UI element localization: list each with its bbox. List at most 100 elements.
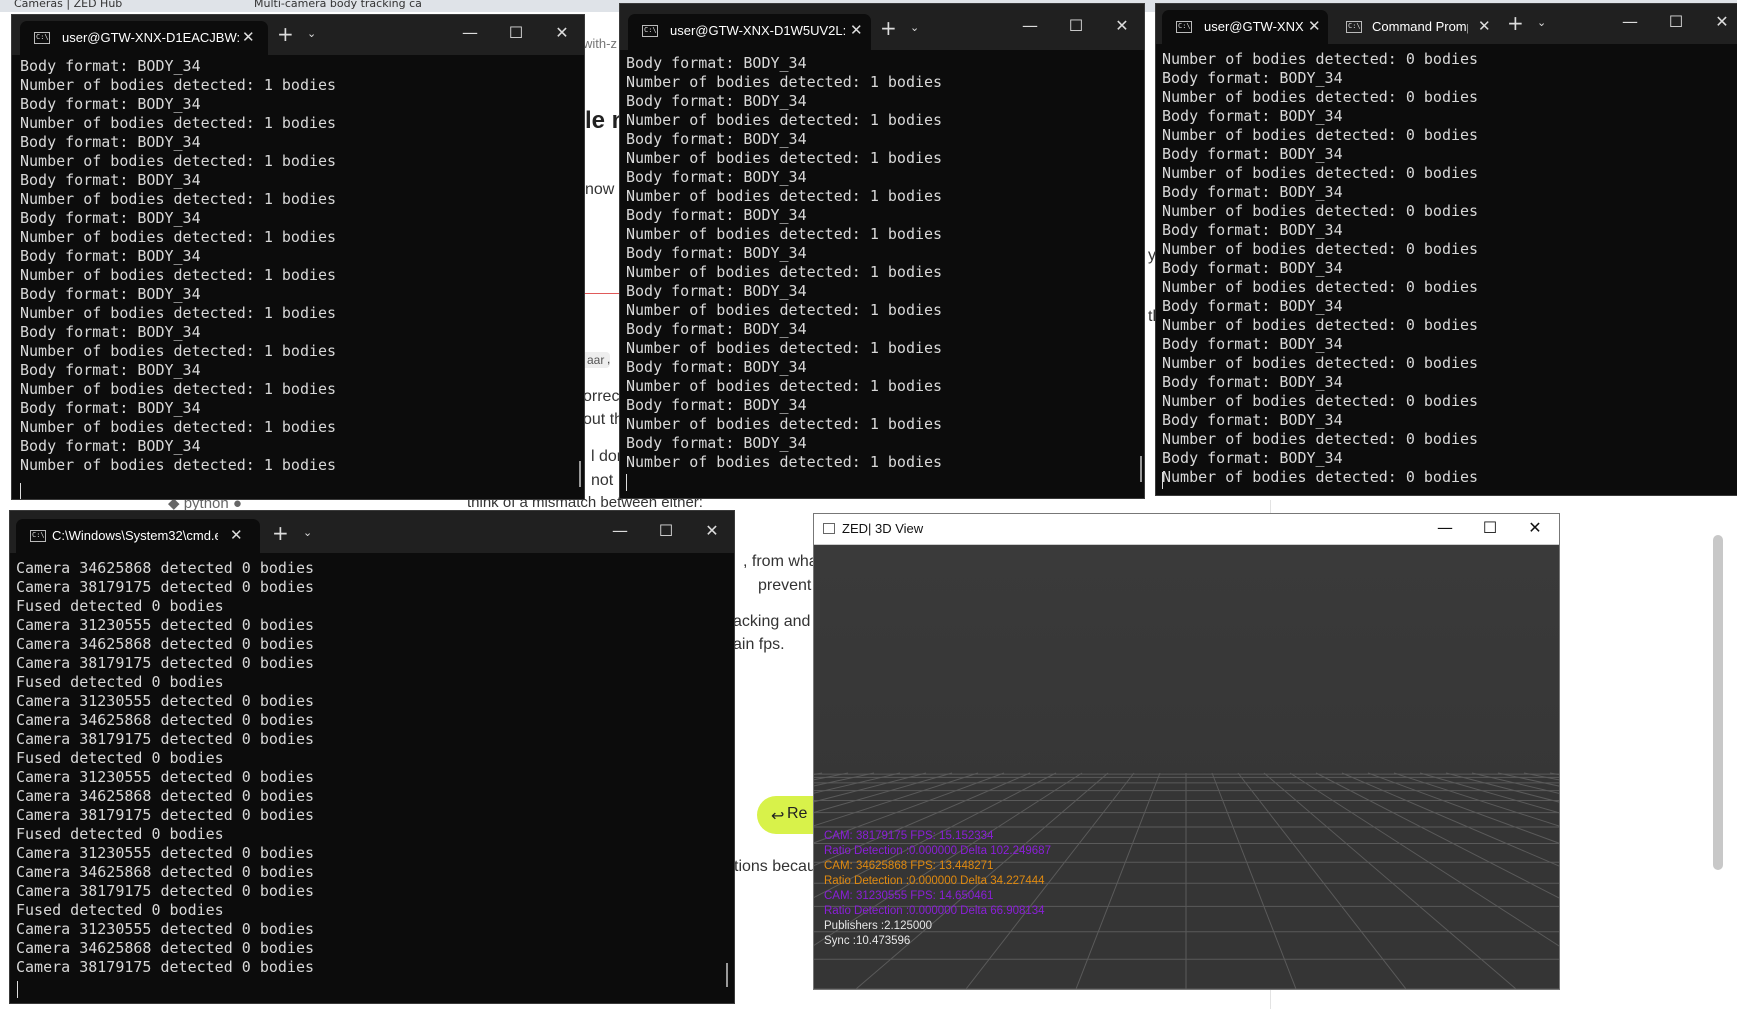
terminal-line: Camera 38179175 detected 0 bodies xyxy=(16,882,315,900)
terminal-titlebar[interactable]: C:\ user@GTW-XNX ✕ C:\ Command Promp ✕ +… xyxy=(1156,4,1737,44)
terminal-line: Number of bodies detected: 0 bodies xyxy=(1162,126,1479,144)
terminal-line: Camera 31230555 detected 0 bodies xyxy=(16,692,315,710)
terminal-titlebar[interactable]: C:\ C:\Windows\System32\cmd.ex ✕ + ⌄ — ☐… xyxy=(10,511,734,553)
3d-viewport[interactable]: CAM: 38179175 FPS: 15.152334 Ratio Detect… xyxy=(814,545,1559,989)
text-fragment: , from wha xyxy=(743,553,818,570)
terminal-line: Number of bodies detected: 1 bodies xyxy=(626,453,943,471)
close-window-button[interactable]: ✕ xyxy=(1712,12,1732,31)
browser-tab-zed-hub[interactable]: Cameras | ZED Hub xyxy=(14,0,214,12)
terminal-window-1[interactable]: C:\ user@GTW-XNX-D1EACJBW: · ✕ + ⌄ — ☐ ✕… xyxy=(11,14,585,500)
terminal-line: Body format: BODY_34 xyxy=(626,434,807,452)
terminal-tab[interactable]: C:\ user@GTW-XNX ✕ xyxy=(1162,10,1328,44)
terminal-scrollbar[interactable] xyxy=(726,963,728,987)
close-window-button[interactable]: ✕ xyxy=(1112,16,1132,35)
terminal-line: Number of bodies detected: 1 bodies xyxy=(626,111,943,129)
new-tab-button[interactable]: + xyxy=(272,523,289,543)
terminal-line: Number of bodies detected: 1 bodies xyxy=(626,73,943,91)
terminal-icon: C:\ xyxy=(30,530,46,542)
terminal-tab[interactable]: C:\ user@GTW-XNX-D1W5UV2L: · ✕ xyxy=(628,14,871,50)
terminal-line: Camera 38179175 detected 0 bodies xyxy=(16,958,315,976)
terminal-line: Number of bodies detected: 1 bodies xyxy=(626,149,943,167)
maximize-button[interactable]: ☐ xyxy=(1066,16,1086,35)
text-fragment: out th xyxy=(583,411,624,428)
chevron-down-icon[interactable]: ⌄ xyxy=(1537,16,1546,29)
maximize-button[interactable]: ☐ xyxy=(1480,518,1500,537)
text-cursor xyxy=(626,474,627,491)
terminal-titlebar[interactable]: C:\ user@GTW-XNX-D1W5UV2L: · ✕ + ⌄ — ☐ ✕ xyxy=(620,4,1144,50)
zed-stat-line: CAM: 38179175 FPS: 15.152334 xyxy=(824,830,994,842)
minimize-button[interactable]: — xyxy=(610,521,630,540)
close-window-button[interactable]: ✕ xyxy=(702,521,722,540)
terminal-line: Body format: BODY_34 xyxy=(20,323,201,341)
new-tab-button[interactable]: + xyxy=(277,24,294,44)
page-scrollbar[interactable] xyxy=(1713,535,1723,870)
terminal-line: Body format: BODY_34 xyxy=(20,437,201,455)
reply-arrow-icon: ↩ xyxy=(771,806,785,825)
zed-3d-view-window[interactable]: ZED| 3D View — ☐ ✕ CAM: 38179175 FPS: 15… xyxy=(813,513,1560,990)
terminal-scrollbar[interactable] xyxy=(1140,456,1142,482)
new-tab-button[interactable]: + xyxy=(1507,13,1524,33)
terminal-line: Fused detected 0 bodies xyxy=(16,673,224,691)
terminal-line: Body format: BODY_34 xyxy=(626,206,807,224)
maximize-button[interactable]: ☐ xyxy=(1666,12,1686,31)
terminal-line: Body format: BODY_34 xyxy=(626,282,807,300)
app-icon xyxy=(823,523,835,534)
terminal-line: Camera 31230555 detected 0 bodies xyxy=(16,616,315,634)
minimize-button[interactable]: — xyxy=(1020,16,1040,35)
chevron-down-icon[interactable]: ⌄ xyxy=(910,21,919,34)
terminal-line: Number of bodies detected: 0 bodies xyxy=(1162,88,1479,106)
chevron-down-icon[interactable]: ⌄ xyxy=(307,27,316,40)
terminal-window-4[interactable]: C:\ C:\Windows\System32\cmd.ex ✕ + ⌄ — ☐… xyxy=(9,510,735,1004)
close-window-button[interactable]: ✕ xyxy=(552,23,572,42)
close-tab-icon[interactable]: ✕ xyxy=(1308,17,1321,35)
terminal-line: Number of bodies detected: 1 bodies xyxy=(626,339,943,357)
minimize-button[interactable]: — xyxy=(1620,12,1640,31)
terminal-line: Body format: BODY_34 xyxy=(20,285,201,303)
terminal-titlebar[interactable]: C:\ user@GTW-XNX-D1EACJBW: · ✕ + ⌄ — ☐ ✕ xyxy=(12,15,584,55)
zed-stat-line: Ratio Detection :0.000000 Delta 102.2496… xyxy=(824,845,1051,857)
close-tab-icon[interactable]: ✕ xyxy=(1478,17,1491,35)
terminal-window-3[interactable]: C:\ user@GTW-XNX ✕ C:\ Command Promp ✕ +… xyxy=(1155,3,1737,496)
zed-stat-line: Ratio Detection :0.000000 Delta 66.90813… xyxy=(824,905,1045,917)
terminal-line: Body format: BODY_34 xyxy=(626,92,807,110)
terminal-line: Body format: BODY_34 xyxy=(20,247,201,265)
tag-chip[interactable]: aar xyxy=(581,351,611,369)
terminal-line: Camera 34625868 detected 0 bodies xyxy=(16,711,315,729)
close-tab-icon[interactable]: ✕ xyxy=(230,526,243,544)
close-tab-icon[interactable]: ✕ xyxy=(242,28,255,46)
terminal-line: Body format: BODY_34 xyxy=(626,54,807,72)
terminal-window-2[interactable]: C:\ user@GTW-XNX-D1W5UV2L: · ✕ + ⌄ — ☐ ✕… xyxy=(619,3,1145,499)
terminal-line: Number of bodies detected: 1 bodies xyxy=(626,377,943,395)
terminal-tab-command-prompt[interactable]: C:\ Command Promp ✕ xyxy=(1332,10,1498,44)
terminal-line: Camera 38179175 detected 0 bodies xyxy=(16,578,315,596)
minimize-button[interactable]: — xyxy=(460,23,480,42)
tab-title: user@GTW-XNX-D1EACJBW: · xyxy=(62,30,242,45)
terminal-line: Number of bodies detected: 1 bodies xyxy=(20,76,337,94)
terminal-scrollbar[interactable] xyxy=(579,461,581,487)
close-window-button[interactable]: ✕ xyxy=(1525,518,1545,537)
browser-tab-forum[interactable]: Multi-camera body tracking ca xyxy=(254,0,424,12)
terminal-line: Body format: BODY_34 xyxy=(20,171,201,189)
terminal-line: Body format: BODY_34 xyxy=(1162,449,1343,467)
divider xyxy=(585,293,620,294)
url-fragment: with-z xyxy=(583,36,617,51)
minimize-button[interactable]: — xyxy=(1435,518,1455,537)
zed-titlebar[interactable]: ZED| 3D View — ☐ ✕ xyxy=(814,514,1559,545)
text-cursor xyxy=(1162,472,1163,489)
terminal-line: Number of bodies detected: 1 bodies xyxy=(626,225,943,243)
chevron-down-icon[interactable]: ⌄ xyxy=(303,526,312,539)
maximize-button[interactable]: ☐ xyxy=(656,521,676,540)
terminal-tab[interactable]: C:\ user@GTW-XNX-D1EACJBW: · ✕ xyxy=(20,21,268,55)
terminal-line: Body format: BODY_34 xyxy=(20,399,201,417)
maximize-button[interactable]: ☐ xyxy=(506,23,526,42)
terminal-tab[interactable]: C:\ C:\Windows\System32\cmd.ex ✕ xyxy=(16,519,260,553)
new-tab-button[interactable]: + xyxy=(880,18,897,38)
terminal-line: Camera 34625868 detected 0 bodies xyxy=(16,939,315,957)
terminal-output: Number of bodies detected: 0 bodies Body … xyxy=(1162,50,1478,487)
tab-title: user@GTW-XNX-D1W5UV2L: · xyxy=(670,23,845,38)
terminal-line: Fused detected 0 bodies xyxy=(16,749,224,767)
terminal-line: Number of bodies detected: 1 bodies xyxy=(20,418,337,436)
terminal-line: Number of bodies detected: 0 bodies xyxy=(1162,50,1479,68)
terminal-line: Body format: BODY_34 xyxy=(1162,145,1343,163)
close-tab-icon[interactable]: ✕ xyxy=(850,21,863,39)
